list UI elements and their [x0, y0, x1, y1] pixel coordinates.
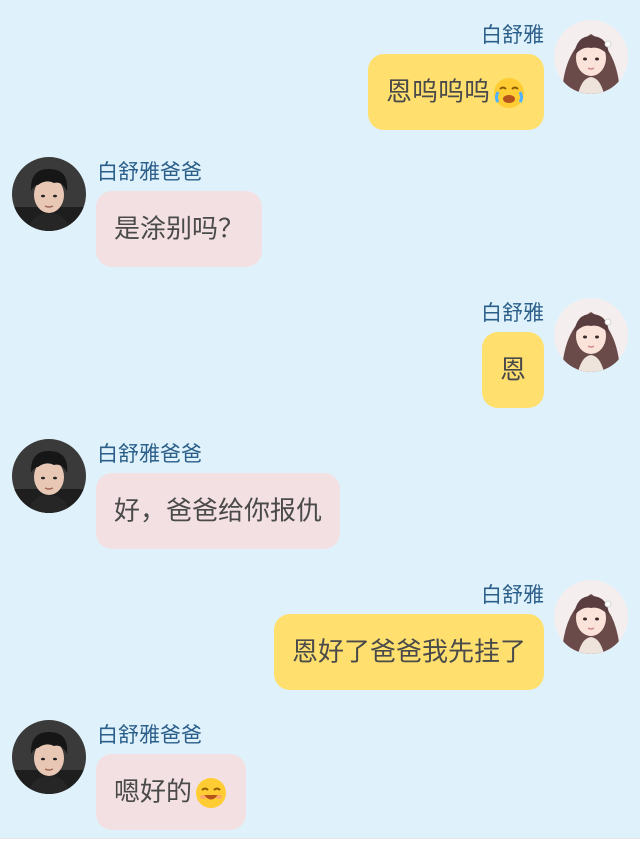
message-bubble[interactable]: 是涂别吗？: [96, 191, 263, 267]
girl-avatar-image: [554, 20, 628, 94]
avatar[interactable]: [12, 157, 86, 231]
sender-name: 白舒雅爸爸: [97, 442, 202, 466]
sender-name: 白舒雅: [481, 23, 544, 47]
girl-avatar-image: [554, 298, 628, 372]
sender-name: 白舒雅爸爸: [97, 160, 202, 184]
message-bubble[interactable]: 恩: [481, 332, 544, 408]
message-text: 嗯好的: [114, 777, 193, 808]
crying-emoji-icon: [492, 76, 526, 110]
sender-name: 白舒雅: [481, 301, 544, 325]
message-text: 恩: [499, 355, 526, 386]
message-text: 是涂别吗？: [114, 214, 245, 245]
girl-avatar-image: [554, 580, 628, 654]
chat-message-list[interactable]: 白舒雅 恩呜呜呜 白舒雅爸爸 是涂别吗？ 白舒雅 恩 白舒雅爸爸 好，爸爸给你报…: [0, 0, 640, 838]
avatar[interactable]: [554, 298, 628, 372]
avatar[interactable]: [554, 580, 628, 654]
message-bubble[interactable]: 嗯好的: [96, 754, 247, 830]
message-bubble[interactable]: 恩呜呜呜: [367, 54, 544, 130]
sender-name: 白舒雅爸爸: [97, 723, 202, 747]
happy-emoji-icon: [194, 776, 228, 810]
avatar[interactable]: [12, 720, 86, 794]
message-text: 恩好了爸爸我先挂了: [291, 637, 526, 668]
message-text: 恩呜呜呜: [385, 77, 490, 108]
avatar[interactable]: [12, 439, 86, 513]
boy-avatar-image: [12, 157, 86, 231]
message-text: 好，爸爸给你报仇: [114, 496, 323, 527]
sender-name: 白舒雅: [481, 583, 544, 607]
boy-avatar-image: [12, 439, 86, 513]
message-bubble[interactable]: 好，爸爸给你报仇: [96, 473, 341, 549]
boy-avatar-image: [12, 720, 86, 794]
bottom-bar: [0, 838, 640, 863]
message-bubble[interactable]: 恩好了爸爸我先挂了: [273, 614, 544, 690]
avatar[interactable]: [554, 20, 628, 94]
